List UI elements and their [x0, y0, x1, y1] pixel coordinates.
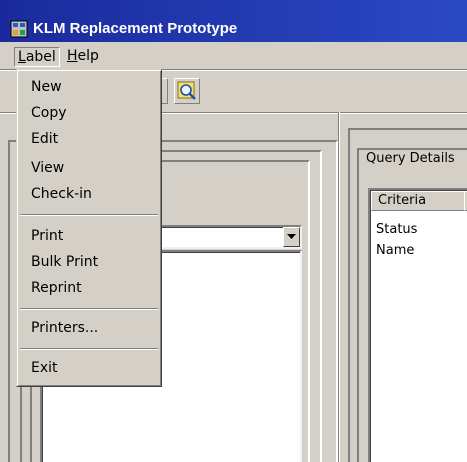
- menu-item-bulk-print[interactable]: Bulk Print: [31, 254, 98, 270]
- menu-help[interactable]: Help: [64, 47, 102, 67]
- menu-help-mnemonic: H: [67, 48, 78, 64]
- menu-item-reprint[interactable]: Reprint: [31, 280, 82, 296]
- menu-item-exit[interactable]: Exit: [31, 360, 58, 376]
- menu-separator: [20, 214, 158, 216]
- query-details-title: Query Details: [364, 151, 457, 166]
- menu-bar: Label Help: [0, 44, 467, 68]
- menu-label-rest: abel: [25, 49, 56, 65]
- chevron-down-icon[interactable]: [283, 227, 300, 247]
- menu-help-rest: elp: [77, 48, 99, 64]
- app-window-icon: [10, 20, 28, 38]
- title-bar[interactable]: KLM Replacement Prototype: [0, 0, 467, 42]
- chevron-down-glyph: [287, 234, 296, 239]
- menu-item-print[interactable]: Print: [31, 228, 63, 244]
- menu-separator: [20, 308, 158, 310]
- magnifier-icon: [177, 81, 196, 100]
- menu-item-edit[interactable]: Edit: [31, 131, 58, 147]
- window-title: KLM Replacement Prototype: [33, 20, 238, 37]
- criteria-row-name[interactable]: Name: [376, 243, 414, 258]
- menu-item-check-in[interactable]: Check-in: [31, 186, 92, 202]
- menu-item-new[interactable]: New: [31, 79, 62, 95]
- menu-item-copy[interactable]: Copy: [31, 105, 67, 121]
- criteria-column-header[interactable]: Criteria: [371, 191, 465, 211]
- label-menu: New Copy Edit View Check-in Print Bulk P…: [16, 69, 162, 387]
- menu-separator: [20, 348, 158, 350]
- menu-label-mnemonic: L: [18, 49, 26, 65]
- menu-item-view[interactable]: View: [31, 160, 64, 176]
- criteria-row-status[interactable]: Status: [376, 222, 417, 237]
- menu-label[interactable]: Label: [14, 47, 60, 67]
- toolbar-button-find[interactable]: [174, 78, 200, 104]
- splitter[interactable]: [338, 112, 340, 462]
- menu-item-printers[interactable]: Printers...: [31, 320, 98, 336]
